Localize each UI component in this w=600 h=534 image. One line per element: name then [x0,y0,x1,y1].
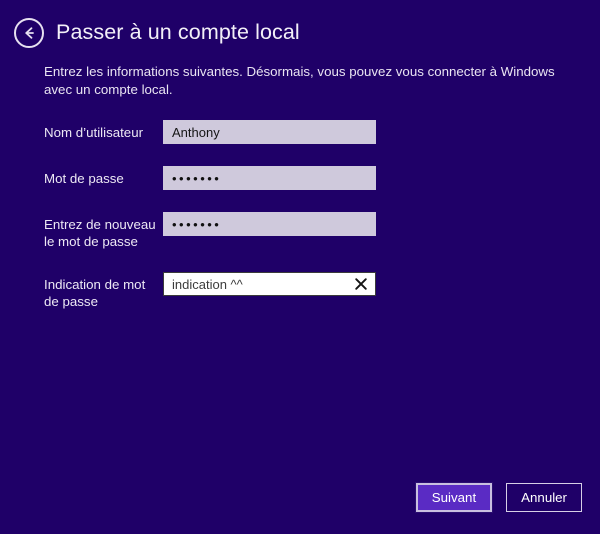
password-value: ••••••• [172,170,222,186]
password-hint-value: indication ^^ [172,276,243,292]
label-password-hint: Indication de mot de passe [44,277,146,309]
local-account-wizard-page: Passer à un compte local Entrez les info… [0,0,600,534]
field-row-password-confirm: Entrez de nouveau le mot de passe ••••••… [44,212,600,250]
field-row-password: Mot de passe ••••••• [44,166,600,190]
password-input[interactable]: ••••••• [163,166,376,190]
close-x-icon[interactable] [351,274,371,294]
page-description: Entrez les informations suivantes. Désor… [44,64,555,97]
field-row-username: Nom d’utilisateur Anthony [44,120,600,144]
cancel-button[interactable]: Annuler [506,483,582,512]
label-username: Nom d’utilisateur [44,125,144,140]
username-value: Anthony [172,124,220,140]
password-confirm-value: ••••••• [172,216,222,232]
next-button[interactable]: Suivant [414,482,494,513]
username-input[interactable]: Anthony [163,120,376,144]
label-password: Mot de passe [44,171,124,186]
page-title: Passer à un compte local [56,20,300,45]
local-account-form: Nom d’utilisateur Anthony Mot de passe •… [0,120,600,483]
back-arrow-circle-icon[interactable] [14,18,44,48]
field-row-password-hint: Indication de mot de passe indication ^^ [44,272,600,310]
page-header: Passer à un compte local [0,0,600,52]
password-hint-input[interactable]: indication ^^ [163,272,376,296]
dialog-footer: Suivant Annuler [0,482,600,534]
password-confirm-input[interactable]: ••••••• [163,212,376,236]
label-password-confirm: Entrez de nouveau le mot de passe [44,217,156,249]
